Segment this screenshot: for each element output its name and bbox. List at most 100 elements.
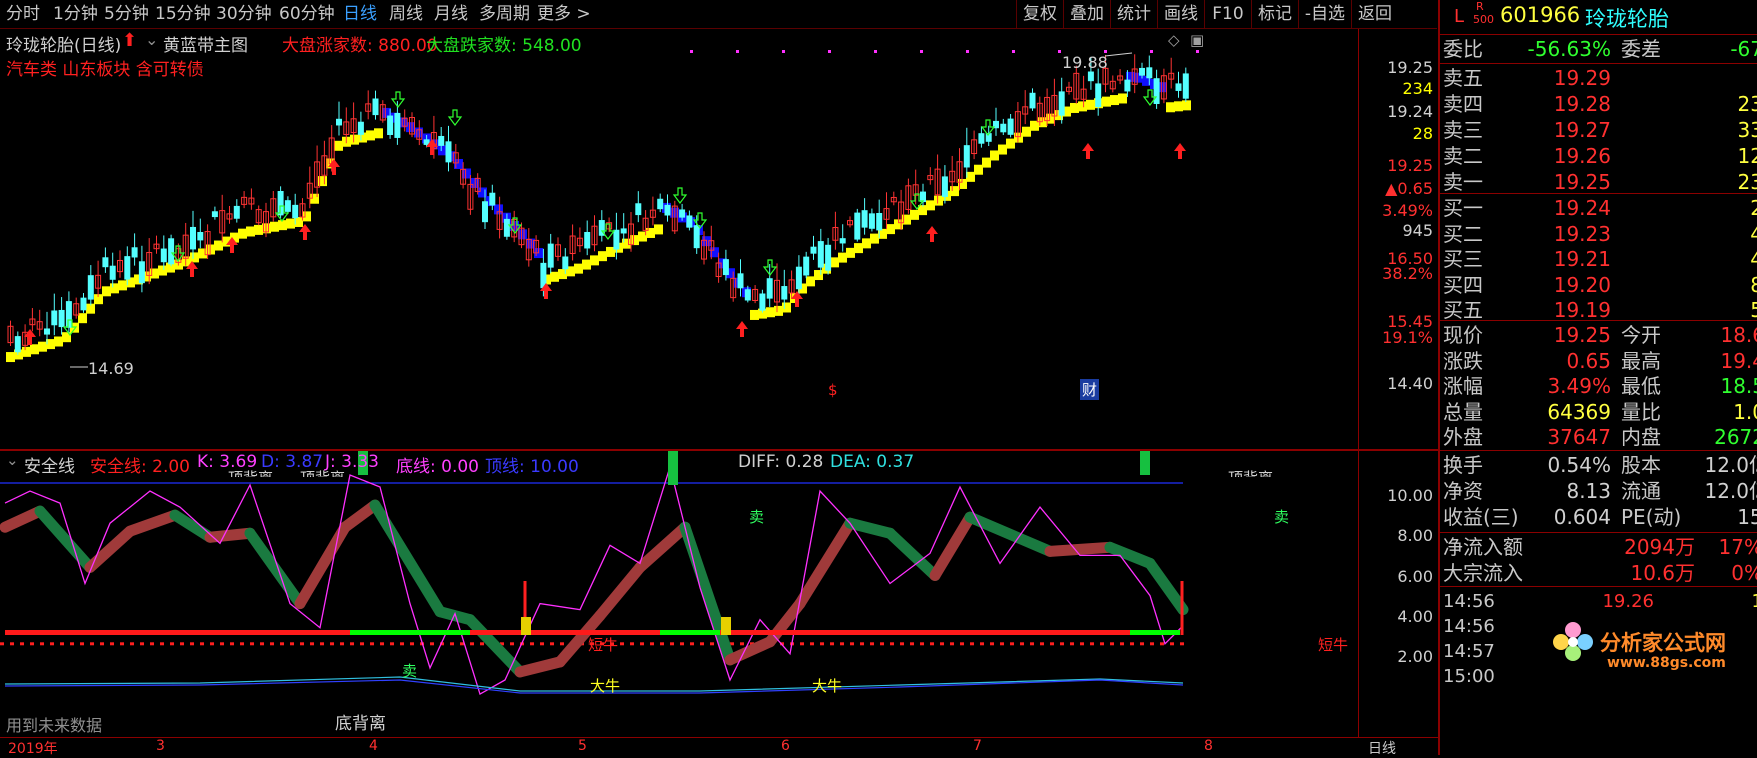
safe-line-dot — [340, 642, 344, 646]
period-tab-1min[interactable]: 1分钟 — [53, 3, 98, 25]
flow-pct: 0% — [1731, 561, 1757, 585]
safe-line-dot — [270, 642, 274, 646]
period-tab-weekly[interactable]: 周线 — [389, 3, 423, 25]
flow-value: 10.6万 — [1630, 561, 1695, 585]
candle-body — [861, 210, 868, 228]
safe-line-dot — [530, 642, 534, 646]
stat-row: 外盘 37647 内盘 2672 — [1440, 423, 1757, 451]
axis-label-2: 2.00 — [1397, 647, 1433, 666]
candle-body — [438, 135, 445, 146]
period-tab-monthly[interactable]: 月线 — [434, 3, 468, 25]
period-label[interactable]: 日线 — [1368, 738, 1396, 758]
fundamental-row: 收益(三) 0.604 PE(动) 15. — [1440, 503, 1757, 531]
safe-line-dot — [370, 642, 374, 646]
safe-line-dot — [70, 642, 74, 646]
indicator-toggle-icon[interactable]: ⌄ — [6, 451, 19, 469]
candle-body — [1182, 73, 1189, 99]
badge-l: L — [1454, 6, 1465, 27]
safe-line-dot — [840, 642, 844, 646]
back-button[interactable]: 返回 — [1351, 0, 1398, 28]
candle-body — [58, 309, 65, 328]
period-tab-timeshare[interactable]: 分时 — [6, 3, 40, 25]
safe-line-dot — [30, 642, 34, 646]
trend-band-segment — [950, 186, 959, 197]
safe-line-dot — [880, 642, 884, 646]
flow-row: 净流入额 2094万 17% — [1440, 533, 1757, 561]
mark-button[interactable]: 标记 — [1251, 0, 1298, 28]
safe-line-dot — [100, 642, 104, 646]
date-tick: 8 — [1204, 738, 1213, 754]
candle-body — [766, 278, 773, 299]
safe-line-dot — [810, 642, 814, 646]
safe-line-dot — [910, 642, 914, 646]
candle-body — [190, 226, 196, 250]
safe-line-dot — [230, 642, 234, 646]
kd-band-segment — [679, 521, 736, 666]
trend-band-segment — [22, 346, 31, 357]
safe-line-dot — [1010, 642, 1014, 646]
ask-volume: 12 — [1737, 144, 1757, 168]
remove-watchlist-button[interactable]: -自选 — [1298, 0, 1351, 28]
period-tab-15min[interactable]: 15分钟 — [155, 3, 211, 25]
period-tab-more[interactable]: 更多 > — [537, 3, 591, 25]
bid-volume: 4 — [1750, 245, 1757, 273]
period-tab-60min[interactable]: 60分钟 — [279, 3, 335, 25]
trend-band-segment — [54, 336, 63, 347]
axis-label-6: 6.00 — [1397, 567, 1433, 586]
formula-toggle-icon[interactable]: ⌄ — [145, 30, 158, 49]
event-dividend-marker[interactable]: $ — [828, 381, 838, 399]
period-tab-5min[interactable]: 5分钟 — [104, 3, 149, 25]
ask-row: 卖二 19.26 12 — [1440, 142, 1757, 170]
safe-line-dot — [1020, 642, 1024, 646]
indicator-dot — [1150, 50, 1153, 53]
candle-body — [810, 246, 817, 254]
trend-band-segment — [238, 228, 247, 239]
candle-body — [817, 241, 824, 268]
kline-svg — [6, 50, 1199, 368]
safe-line-dot — [980, 642, 984, 646]
fundamental-row: 净资 8.13 流通 12.0亿 — [1440, 477, 1757, 505]
fundamental-value: 12.0亿 — [1704, 479, 1757, 503]
safe-line-dot — [390, 642, 394, 646]
trend-band-segment — [582, 259, 591, 270]
indicator-name[interactable]: 安全线 — [24, 452, 75, 477]
candle-body — [744, 289, 751, 301]
safe-line-dot — [330, 642, 334, 646]
candle-body — [211, 211, 218, 218]
draw-line-button[interactable]: 画线 — [1157, 0, 1204, 28]
candle-body — [1000, 123, 1007, 133]
stat-value: 37647 — [1547, 425, 1611, 449]
safe-line-dot — [950, 642, 954, 646]
event-finance-marker[interactable]: 财 — [1080, 379, 1100, 400]
axis-label-price-top: 19.25 — [1387, 58, 1433, 77]
trend-band-segment — [478, 187, 487, 198]
safe-line-dot — [80, 642, 84, 646]
trend-band-segment — [1102, 96, 1111, 107]
main-kline-chart[interactable]: 玲珑轮胎(日线) ⬆ ⌄ 黄蓝带主图 大盘涨家数: 880.00 大盘跌家数: … — [0, 29, 1358, 449]
candle-body — [781, 286, 788, 300]
f10-button[interactable]: F10 — [1204, 0, 1251, 28]
stat-value: 18.5 — [1720, 374, 1757, 398]
safe-line-dot — [470, 642, 474, 646]
statistics-button[interactable]: 统计 — [1110, 0, 1157, 28]
adjust-button[interactable]: 复权 — [1016, 0, 1063, 28]
formula-name[interactable]: 黄蓝带主图 — [163, 31, 248, 56]
stat-row: 现价 19.25 今开 18.6 — [1440, 321, 1757, 349]
period-tab-daily[interactable]: 日线 — [343, 3, 377, 25]
candle-body — [1095, 83, 1102, 108]
indicator-chart[interactable]: ⌄ 安全线 安全线: 2.00 K: 3.69 D: 3.87 J: 3.33 … — [0, 451, 1358, 755]
diamond-icon[interactable]: ◇ — [1168, 31, 1180, 49]
trend-band-segment — [806, 276, 815, 287]
period-tab-30min[interactable]: 30分钟 — [216, 3, 272, 25]
candle-body — [482, 201, 488, 223]
axis-label-volume: 28 — [1412, 124, 1433, 143]
bid-row: 买三 19.21 4 — [1440, 245, 1757, 273]
kd-band-segment — [929, 511, 976, 581]
window-icon[interactable]: ▣ — [1190, 31, 1204, 49]
kd-band-segment — [244, 527, 306, 610]
period-tab-multi[interactable]: 多周期 — [479, 3, 530, 25]
stat-label: 最高 — [1621, 348, 1661, 373]
indicator-dot — [736, 50, 739, 53]
date-tick: 4 — [369, 738, 378, 754]
overlay-button[interactable]: 叠加 — [1063, 0, 1110, 28]
